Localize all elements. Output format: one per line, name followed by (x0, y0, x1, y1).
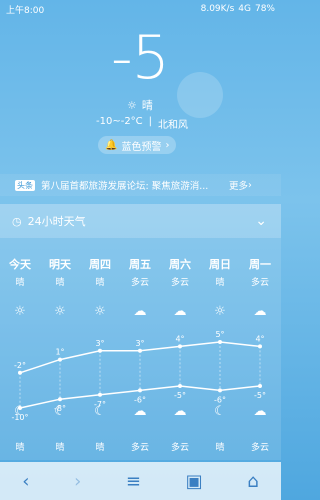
night-cond: 晴 (95, 443, 105, 453)
day-col: 明天晴 (40, 256, 80, 288)
day-col: 周六 多云 (160, 256, 200, 288)
cloud-moon-icon: ☁ (253, 404, 267, 419)
day-col: 周五 多云 (120, 256, 160, 288)
moon-icon: ☾ (214, 404, 226, 419)
temp-label: 1° (55, 348, 64, 357)
forecast-title: 24小时天气 (27, 215, 86, 228)
forecast-header[interactable]: ◷ 24小时天气 ⌄ (0, 204, 281, 238)
day-name: 周四 (89, 258, 111, 271)
temp-label: 4° (175, 334, 184, 343)
day-col: 周日晴 (200, 256, 240, 288)
night-cond: 多云 (250, 443, 269, 453)
day-cond: 多云 (170, 278, 189, 288)
temp-point (58, 397, 62, 402)
forecast-panel: ◷ 24小时天气 ⌄ 今天晴 明天晴 周四晴 周五多云 周六多云 周日晴 周一多… (0, 204, 281, 460)
day-cond: 多云 (130, 278, 149, 288)
temp-point (218, 388, 222, 393)
home-icon[interactable]: ⌂ (247, 471, 258, 492)
status-bar: 上午8:00 8.09K/s 4G 78% (0, 0, 281, 18)
temp-range: -10~-2°C (96, 116, 143, 127)
day-name: 今天 (9, 258, 31, 271)
current-temp: -5 (111, 23, 170, 93)
temp-label: -5° (174, 391, 186, 400)
battery-level: 78% (254, 4, 275, 14)
menu-icon[interactable]: ≡ (126, 471, 141, 492)
day-cond: 晴 (15, 278, 25, 288)
cloud-decoration (177, 72, 223, 118)
forward-icon[interactable]: › (74, 471, 81, 492)
day-name: 周五 (129, 258, 151, 271)
temp-point (98, 392, 102, 397)
cloud-moon-icon: ☁ (133, 404, 147, 419)
day-col: 周四晴 (80, 256, 120, 288)
bell-icon: 🔔 (105, 139, 118, 151)
sun-icon: ☼ (127, 98, 137, 112)
back-icon[interactable]: ‹ (22, 471, 29, 492)
temp-point (138, 388, 142, 393)
news-text: 第八届首都旅游发展论坛: 聚焦旅游消... (41, 181, 209, 192)
night-cond: 晴 (215, 443, 225, 453)
browser-nav-bar: ‹ › ≡ ▣ ⌂ (0, 462, 281, 500)
temp-point (178, 384, 182, 388)
status-time: 上午8:00 (6, 5, 45, 16)
night-cond: 晴 (15, 443, 25, 453)
sun-icon: ☼ (14, 304, 26, 319)
temp-label: -5° (254, 391, 266, 400)
clock-icon: ◷ (12, 214, 22, 228)
day-name: 明天 (49, 258, 71, 271)
day-cond: 晴 (95, 278, 105, 288)
moon-icon: ☾ (14, 404, 26, 419)
cloud-moon-icon: ☁ (173, 404, 187, 419)
day-col: 今天晴 (0, 256, 40, 288)
temp-point (258, 384, 262, 388)
day-cond: 晴 (215, 278, 225, 288)
cloud-icon: ☁ (173, 304, 187, 319)
news-bar[interactable]: 头条 第八届首都旅游发展论坛: 聚焦旅游消... 更多 › (0, 174, 281, 196)
night-cond: 晴 (55, 443, 65, 453)
current-condition: 晴 (141, 99, 153, 112)
sun-icon: ☼ (94, 304, 106, 319)
day-name: 周日 (209, 258, 231, 271)
chevron-right-icon: › (165, 139, 170, 151)
chevron-down-icon[interactable]: ⌄ (255, 213, 267, 229)
temp-label: -2° (14, 361, 26, 370)
tabs-icon[interactable]: ▣ (186, 471, 203, 492)
news-more[interactable]: 更多 (229, 178, 248, 192)
wind: 北和风 (158, 120, 189, 131)
day-cond: 晴 (55, 278, 65, 288)
network-label: 4G (238, 4, 251, 14)
temp-label: 5° (215, 330, 224, 339)
chevron-right-icon: › (248, 179, 252, 191)
current-weather: -5 ☼ 晴 -10~-2°C | 北和风 🔔 蓝色预警 › (0, 18, 281, 168)
day-name: 周一 (249, 258, 271, 271)
warning-label: 蓝色预警 (121, 141, 162, 153)
day-name: 周六 (169, 258, 191, 271)
network-speed: 8.09K/s (200, 4, 235, 14)
night-cond: 多云 (170, 443, 189, 453)
sun-icon: ☼ (214, 304, 226, 319)
moon-icon: ☾ (54, 404, 66, 419)
moon-icon: ☾ (94, 404, 106, 419)
day-col: 周一 多云 (240, 256, 280, 288)
temp-label: 3° (95, 339, 104, 348)
day-cond: 多云 (250, 278, 269, 288)
sun-icon: ☼ (54, 304, 66, 319)
cloud-icon: ☁ (133, 304, 147, 319)
warning-button[interactable]: 🔔 蓝色预警 › (98, 136, 177, 154)
cloud-icon: ☁ (253, 304, 267, 319)
news-badge: 头条 (15, 179, 35, 191)
temp-label: 4° (255, 334, 264, 343)
temp-label: 3° (135, 339, 144, 348)
night-cond: 多云 (130, 443, 149, 453)
